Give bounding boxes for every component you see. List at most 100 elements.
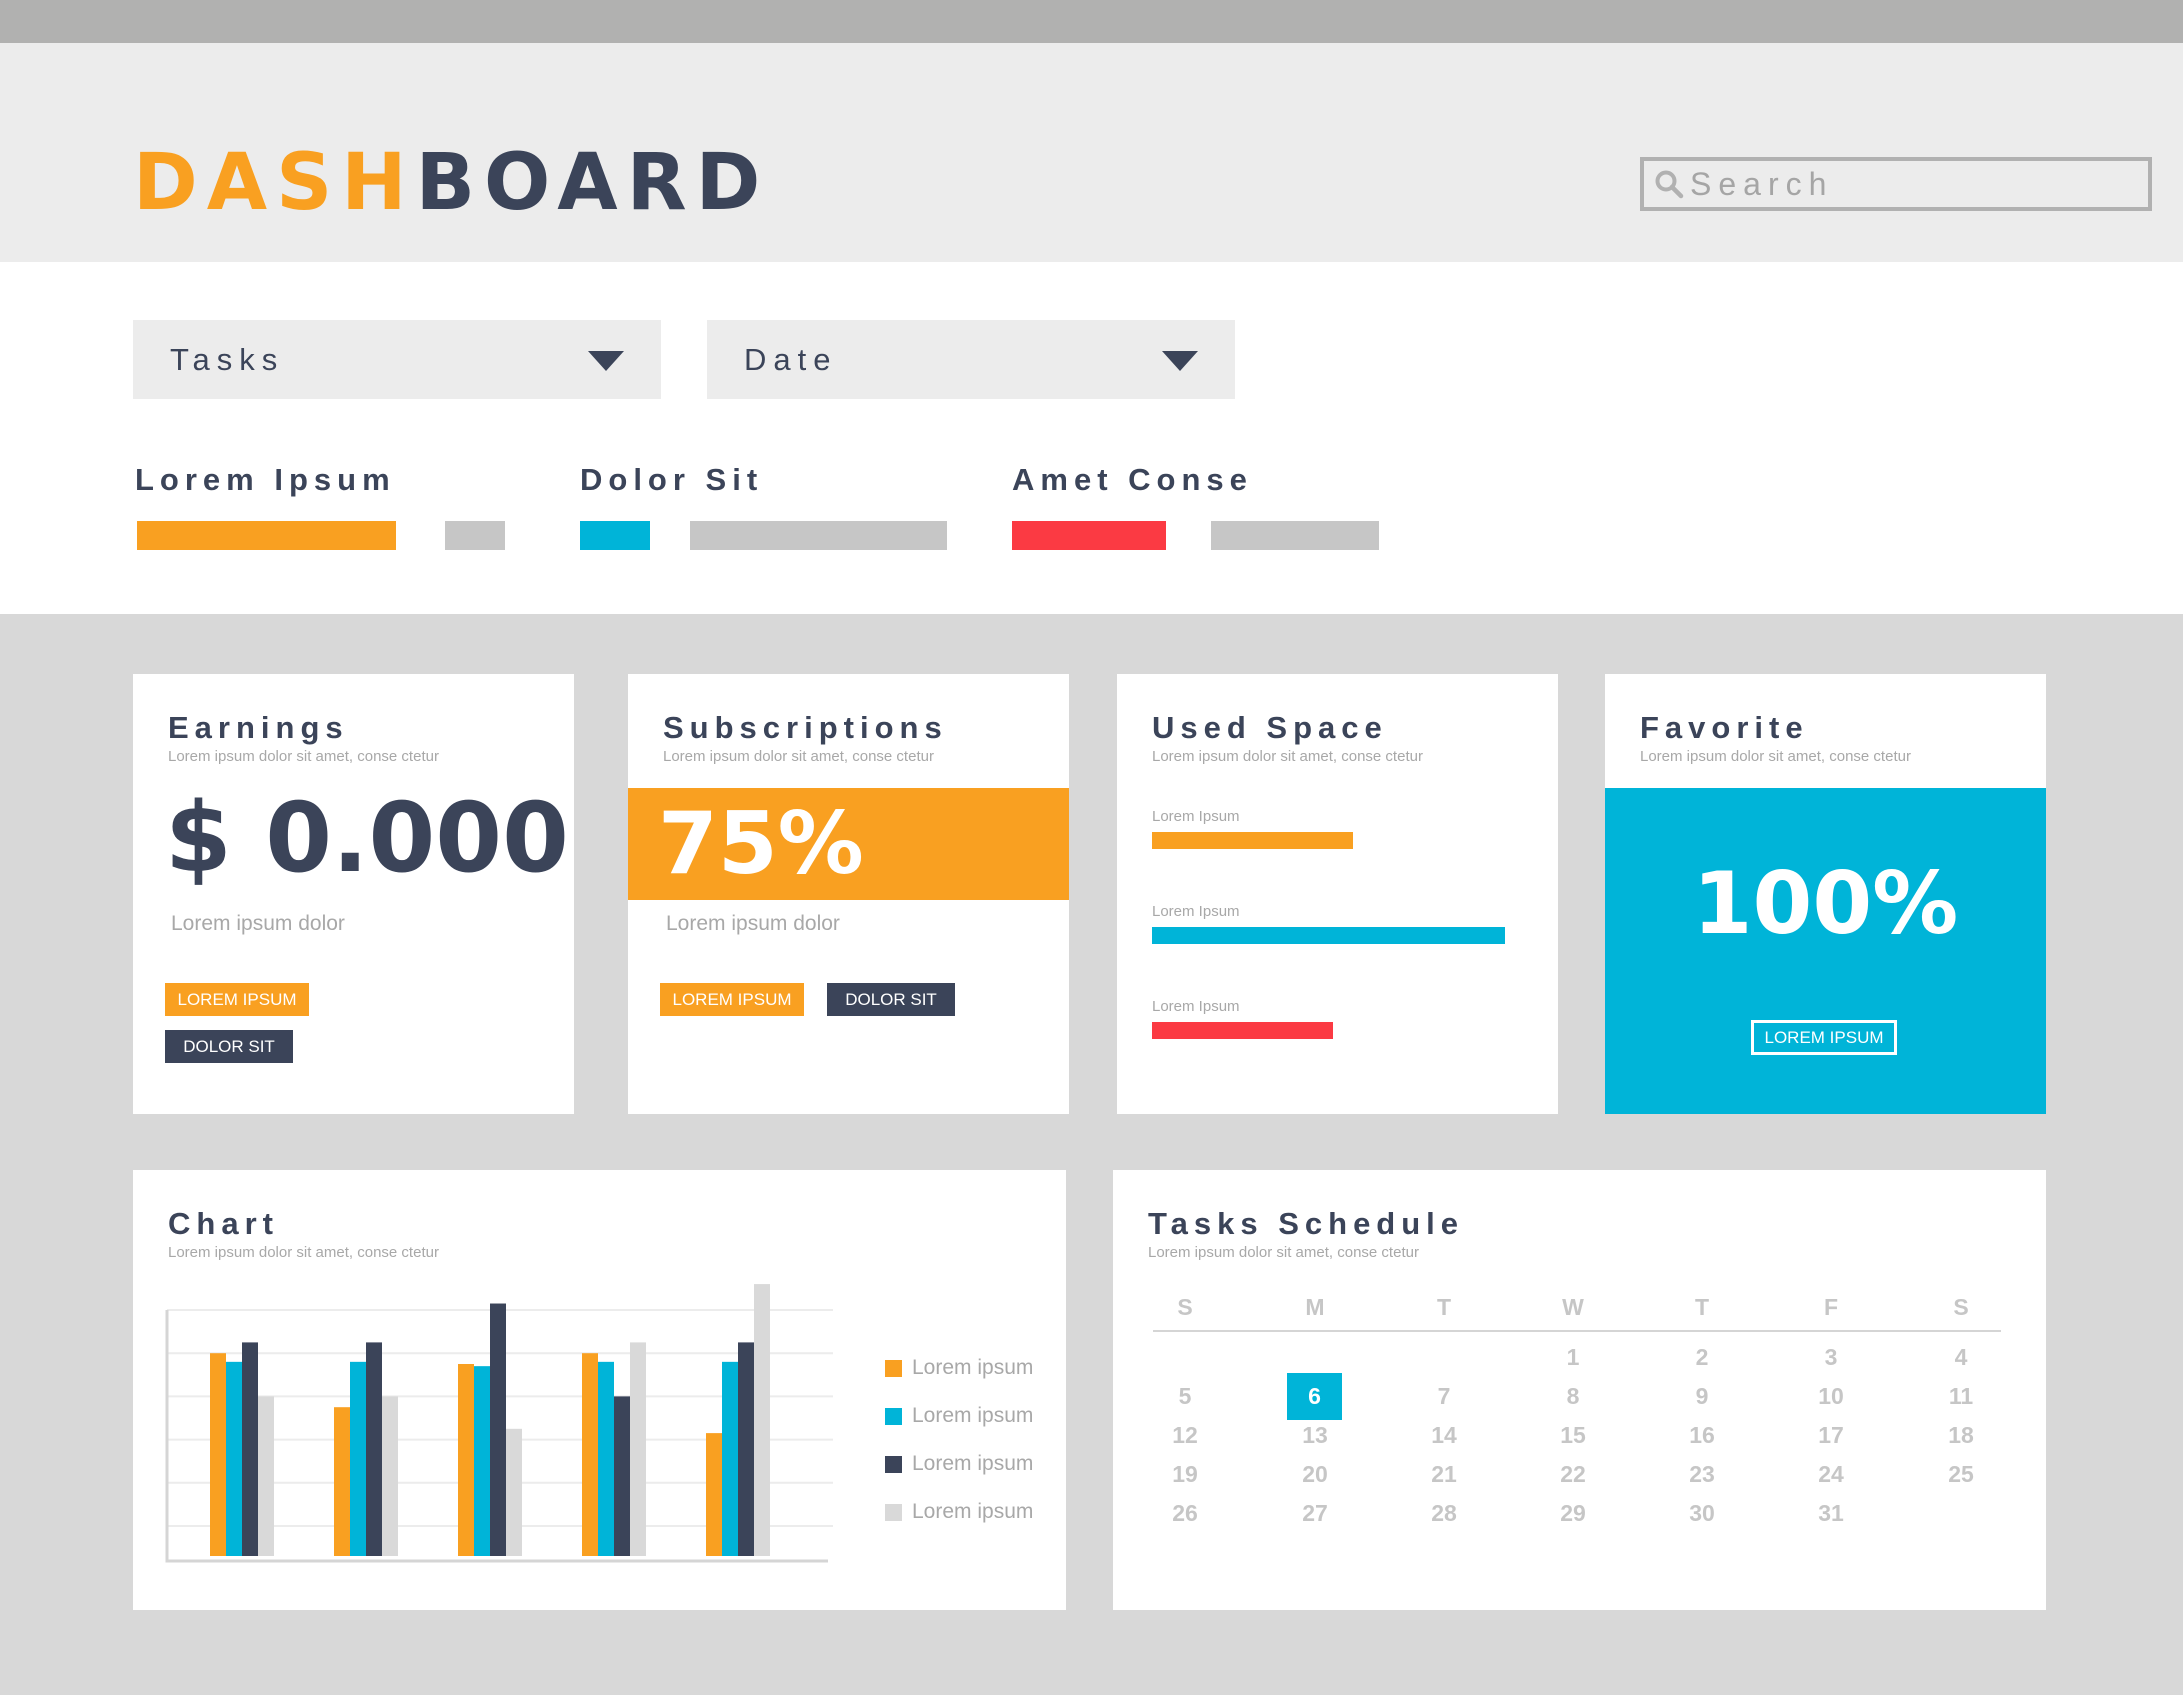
chevron-down-icon bbox=[588, 351, 624, 371]
chart-legend-item: Lorem ipsum bbox=[885, 1356, 1033, 1380]
calendar-weekday: M bbox=[1305, 1294, 1325, 1320]
calendar-day[interactable]: 9 bbox=[1672, 1383, 1732, 1410]
calendar-weekday: S bbox=[1953, 1294, 1969, 1320]
calendar-weekday: T bbox=[1436, 1294, 1452, 1320]
title-part-board: BOARD bbox=[415, 138, 770, 228]
tasks-dropdown[interactable]: Tasks bbox=[133, 320, 661, 399]
calendar-day[interactable]: 8 bbox=[1543, 1383, 1603, 1410]
legend-swatch bbox=[885, 1503, 902, 1521]
lorem-ipsum-button[interactable]: LOREM IPSUM bbox=[1751, 1020, 1897, 1055]
legend-swatch bbox=[885, 1407, 902, 1425]
calendar-day[interactable]: 18 bbox=[1931, 1422, 1991, 1449]
calendar-day[interactable]: 28 bbox=[1414, 1500, 1474, 1527]
calendar-day[interactable]: 4 bbox=[1931, 1344, 1991, 1371]
calendar-day[interactable]: 12 bbox=[1155, 1422, 1215, 1449]
title-part-dash: DASH bbox=[133, 138, 416, 228]
chart-bar bbox=[722, 1361, 738, 1556]
calendar-weekday: F bbox=[1823, 1294, 1839, 1320]
calendar-day[interactable]: 24 bbox=[1801, 1461, 1861, 1488]
calendar-day[interactable]: 22 bbox=[1543, 1461, 1603, 1488]
calendar-day[interactable]: 14 bbox=[1414, 1422, 1474, 1449]
calendar-day[interactable]: 25 bbox=[1931, 1461, 1991, 1488]
date-dropdown-label: Date bbox=[744, 341, 838, 377]
calendar-day[interactable]: 11 bbox=[1931, 1383, 1991, 1410]
chart-card: Chart Lorem ipsum dolor sit amet, conse … bbox=[133, 1170, 1066, 1610]
calendar-day[interactable]: 21 bbox=[1414, 1461, 1474, 1488]
favorite-card: Favorite Lorem ipsum dolor sit amet, con… bbox=[1605, 674, 2046, 1114]
card-subtitle: Lorem ipsum dolor sit amet, conse ctetur bbox=[1148, 1244, 1419, 1261]
calendar-day[interactable]: 26 bbox=[1155, 1500, 1215, 1527]
legend-swatch bbox=[885, 1359, 902, 1377]
chart-bar bbox=[490, 1303, 506, 1556]
legend-bar-gray bbox=[690, 521, 947, 550]
card-title: Earnings bbox=[168, 710, 349, 745]
chart-bar bbox=[738, 1342, 754, 1556]
legend-swatch bbox=[885, 1455, 902, 1473]
used-space-bar bbox=[1152, 1022, 1333, 1039]
used-space-bar bbox=[1152, 832, 1353, 849]
legend-bar-red bbox=[1012, 521, 1166, 550]
calendar-day[interactable]: 16 bbox=[1672, 1422, 1732, 1449]
favorite-value: 100% bbox=[1692, 854, 1959, 954]
chart-bar bbox=[630, 1342, 646, 1556]
card-subtitle: Lorem ipsum dolor sit amet, conse ctetur bbox=[1152, 748, 1423, 765]
calendar-day[interactable]: 7 bbox=[1414, 1383, 1474, 1410]
bar-chart bbox=[165, 1284, 833, 1563]
card-title: Favorite bbox=[1640, 710, 1809, 745]
legend-label: Lorem ipsum bbox=[912, 1452, 1034, 1475]
calendar-day[interactable]: 23 bbox=[1672, 1461, 1732, 1488]
calendar-weekday: S bbox=[1177, 1294, 1193, 1320]
search-box[interactable] bbox=[1640, 157, 2152, 211]
calendar-day-selected[interactable]: 6 bbox=[1287, 1373, 1342, 1420]
chart-legend-item: Lorem ipsum bbox=[885, 1404, 1033, 1428]
chart-bar bbox=[754, 1284, 770, 1556]
calendar-day[interactable]: 1 bbox=[1543, 1344, 1603, 1371]
calendar-weekday: W bbox=[1562, 1294, 1584, 1320]
earnings-value: $ 0.000 bbox=[165, 782, 569, 894]
chart-bar bbox=[582, 1353, 598, 1556]
chart-bar bbox=[474, 1366, 490, 1556]
used-space-bar bbox=[1152, 927, 1505, 944]
legend-bar-blue bbox=[580, 521, 650, 550]
calendar-day[interactable]: 17 bbox=[1801, 1422, 1861, 1449]
chart-bar bbox=[614, 1396, 630, 1556]
chart-bar bbox=[242, 1342, 258, 1556]
date-dropdown[interactable]: Date bbox=[707, 320, 1235, 399]
calendar-day[interactable]: 3 bbox=[1801, 1344, 1861, 1371]
calendar-day[interactable]: 13 bbox=[1285, 1422, 1345, 1449]
calendar-day[interactable]: 27 bbox=[1285, 1500, 1345, 1527]
calendar-day[interactable]: 15 bbox=[1543, 1422, 1603, 1449]
filter-panel bbox=[0, 262, 2183, 614]
chart-legend-item: Lorem ipsum bbox=[885, 1452, 1033, 1476]
card-title: Subscriptions bbox=[663, 710, 948, 745]
calendar-day[interactable]: 10 bbox=[1801, 1383, 1861, 1410]
chart-bar bbox=[258, 1396, 274, 1556]
subscriptions-note: Lorem ipsum dolor bbox=[666, 912, 840, 935]
dashboard-title: DASHBOARD bbox=[133, 138, 769, 228]
legend-label: Lorem ipsum bbox=[912, 1404, 1034, 1427]
subscriptions-card: Subscriptions Lorem ipsum dolor sit amet… bbox=[628, 674, 1069, 1114]
chart-bar bbox=[210, 1353, 226, 1556]
search-input[interactable] bbox=[1690, 165, 2110, 203]
legend-bar-gray bbox=[1211, 521, 1379, 550]
calendar-day[interactable]: 5 bbox=[1155, 1383, 1215, 1410]
window-top-bar bbox=[0, 0, 2183, 43]
chart-bar bbox=[458, 1364, 474, 1556]
calendar-day[interactable]: 31 bbox=[1801, 1500, 1861, 1527]
calendar-day[interactable]: 19 bbox=[1155, 1461, 1215, 1488]
legend-title-lorem-ipsum: Lorem Ipsum bbox=[135, 462, 396, 497]
legend-bar-orange bbox=[137, 521, 396, 550]
used-space-label: Lorem Ipsum bbox=[1152, 903, 1240, 920]
legend-title-amet-conse: Amet Conse bbox=[1012, 462, 1253, 497]
earnings-note: Lorem ipsum dolor bbox=[171, 912, 345, 935]
calendar-day[interactable]: 30 bbox=[1672, 1500, 1732, 1527]
calendar-day[interactable]: 29 bbox=[1543, 1500, 1603, 1527]
lorem-ipsum-button[interactable]: LOREM IPSUM bbox=[660, 983, 804, 1016]
lorem-ipsum-button[interactable]: LOREM IPSUM bbox=[165, 983, 309, 1016]
dolor-sit-button[interactable]: DOLOR SIT bbox=[165, 1030, 293, 1063]
legend-title-dolor-sit: Dolor Sit bbox=[580, 462, 764, 497]
dolor-sit-button[interactable]: DOLOR SIT bbox=[827, 983, 955, 1016]
calendar-day[interactable]: 2 bbox=[1672, 1344, 1732, 1371]
chart-legend-item: Lorem ipsum bbox=[885, 1500, 1033, 1524]
calendar-day[interactable]: 20 bbox=[1285, 1461, 1345, 1488]
